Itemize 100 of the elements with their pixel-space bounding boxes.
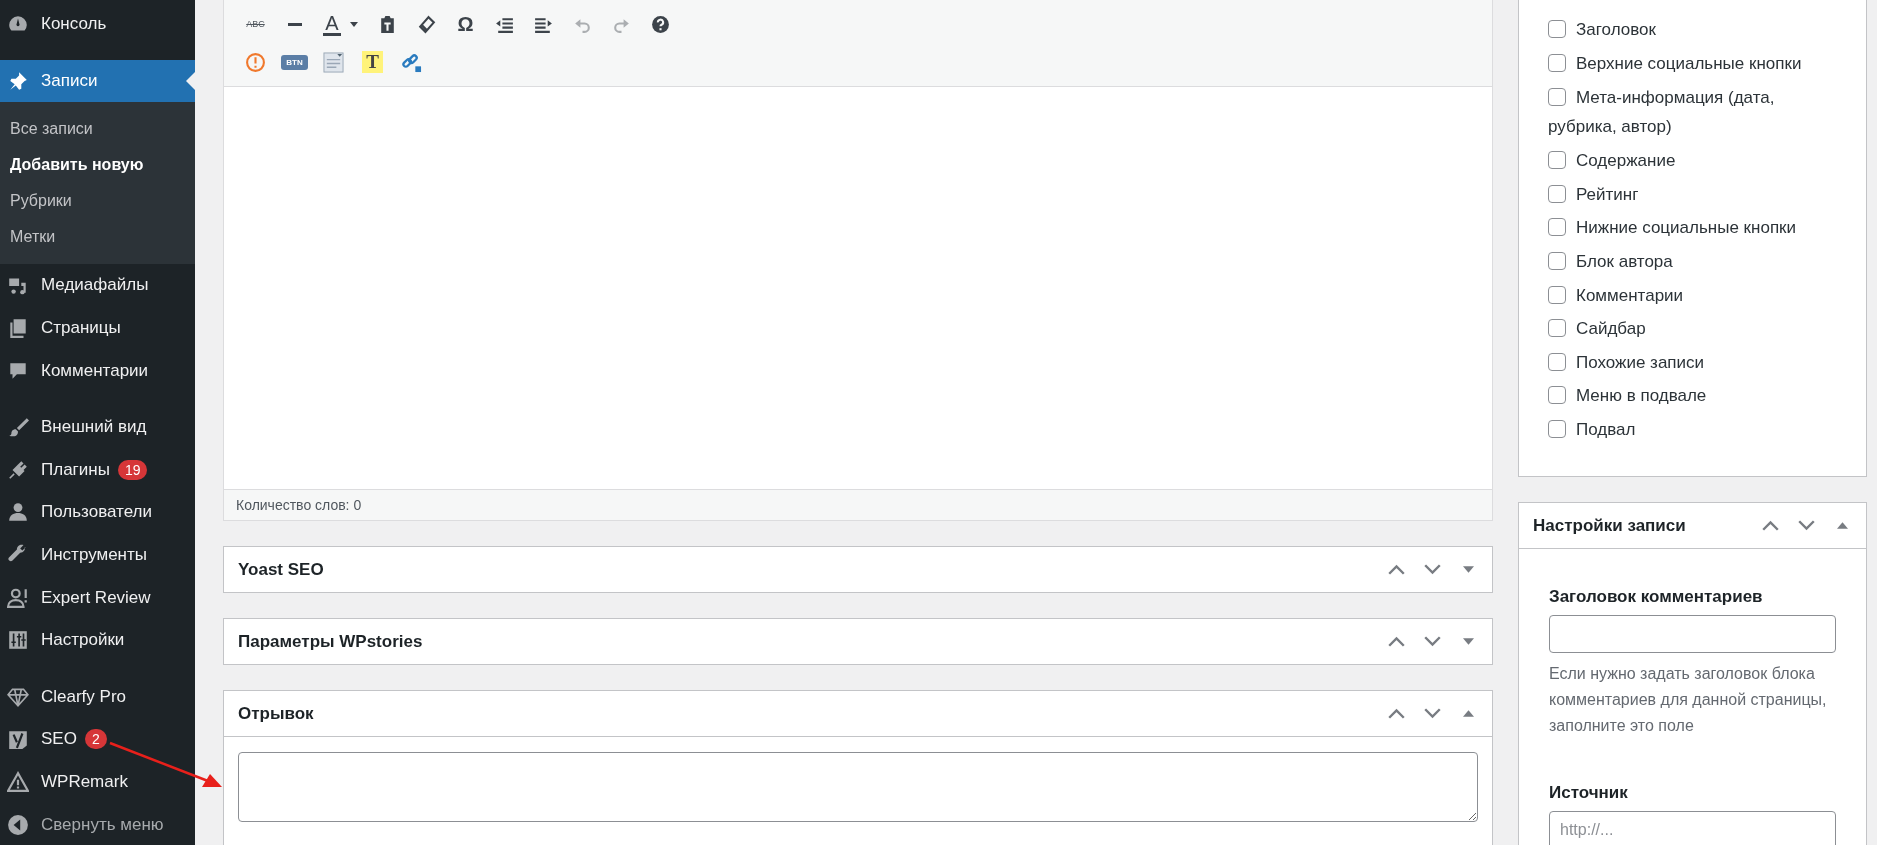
menu-item[interactable]: Настройки: [0, 618, 195, 662]
chevron-down-icon: [1423, 636, 1441, 647]
checkbox-option[interactable]: Мета-информация (дата, рубрика, автор): [1548, 80, 1836, 145]
menu-label: Комментарии: [41, 360, 149, 381]
menu-item[interactable]: Инструменты: [0, 533, 195, 577]
checkbox[interactable]: [1548, 20, 1566, 38]
menu-item[interactable]: Внешний вид: [0, 405, 195, 449]
excerpt-field[interactable]: [238, 752, 1478, 822]
checkbox-option[interactable]: Сайдбар: [1548, 312, 1836, 346]
chevron-down-icon: [1797, 520, 1815, 531]
checkbox-option[interactable]: Меню в подвале: [1548, 379, 1836, 413]
metabox-title: Параметры WPstories: [238, 631, 423, 652]
metabox-title: Отрывок: [238, 703, 314, 724]
menu-label: Плагины: [41, 459, 110, 480]
link-icon: [401, 51, 422, 73]
submenu-item[interactable]: Рубрики: [0, 183, 195, 220]
checkbox[interactable]: [1548, 218, 1566, 237]
checkbox-option[interactable]: Заголовок: [1548, 13, 1836, 47]
text-field[interactable]: [1549, 615, 1836, 653]
triangle-down-icon: [1462, 566, 1474, 573]
sliders-icon: [7, 629, 29, 652]
menu-item[interactable]: Записи: [0, 59, 195, 103]
menu-label: Медиафайлы: [41, 275, 149, 296]
menu-label: Expert Review: [41, 587, 151, 608]
menu-item[interactable]: Консоль: [0, 3, 195, 46]
caret-icon: [348, 19, 359, 29]
strikethrough-button[interactable]: ABC: [238, 9, 273, 39]
checkbox[interactable]: [1548, 53, 1566, 72]
checkbox-option[interactable]: Похожие записи: [1548, 345, 1836, 380]
metabox-title: Yoast SEO: [238, 559, 324, 580]
menu-label: SEO: [41, 729, 77, 750]
triangle-up-icon: [1836, 522, 1848, 529]
update-count-badge: 2: [84, 729, 107, 750]
submenu-item[interactable]: Добавить новую: [0, 147, 195, 184]
person-alert-icon: [7, 586, 29, 609]
field-label: Источник: [1549, 783, 1629, 803]
checkbox[interactable]: [1548, 419, 1566, 438]
chevron-up-icon: [1387, 636, 1405, 647]
submenu-item[interactable]: Метки: [0, 219, 195, 256]
brush-icon: [7, 416, 29, 439]
menu-item[interactable]: Комментарии: [0, 349, 195, 392]
menu-label: Записи: [41, 70, 98, 91]
checkbox[interactable]: [1548, 251, 1566, 270]
menu-label: WPRemark: [41, 772, 128, 792]
chevron-up-icon: [1387, 564, 1405, 575]
checkbox-option[interactable]: Комментарии: [1548, 278, 1836, 313]
checkbox-option[interactable]: Верхние социальные кнопки: [1548, 46, 1836, 81]
special-character-button[interactable]: Ω: [448, 9, 483, 39]
checkbox[interactable]: [1548, 151, 1566, 170]
collapse-menu-button[interactable]: Свернуть меню: [0, 804, 195, 845]
pages-icon: [7, 317, 29, 340]
checkbox[interactable]: [1548, 88, 1566, 107]
checkbox-option[interactable]: Блок автора: [1548, 244, 1836, 279]
text-field[interactable]: http://...: [1549, 811, 1836, 845]
triangle-down-icon: [1462, 638, 1474, 645]
chevron-down-icon: [1423, 708, 1441, 719]
help-icon: [650, 13, 671, 35]
menu-item[interactable]: Страницы: [0, 306, 195, 350]
submenu-item[interactable]: Все записи: [0, 111, 195, 148]
triangle-up-icon: [1462, 710, 1474, 717]
highlight-button[interactable]: T: [355, 47, 390, 77]
chevron-down-icon: [1423, 564, 1441, 575]
menu-label: Внешний вид: [41, 417, 147, 438]
field-label: Заголовок комментариев: [1549, 587, 1764, 607]
checkbox-option[interactable]: Рейтинг: [1548, 177, 1836, 212]
checkbox[interactable]: [1548, 184, 1566, 203]
menu-label: Инструменты: [41, 545, 147, 566]
checkbox-option[interactable]: Подвал: [1548, 412, 1836, 447]
plug-icon: [7, 458, 29, 481]
menu-label: Консоль: [41, 14, 107, 35]
eraser-icon: [416, 13, 437, 35]
checkbox-option[interactable]: Содержание: [1548, 144, 1836, 178]
checkbox[interactable]: [1548, 386, 1566, 405]
checkbox[interactable]: [1548, 285, 1566, 304]
warning-icon: [7, 771, 29, 793]
menu-label: Clearfy Pro: [41, 686, 127, 707]
checkbox[interactable]: [1548, 352, 1566, 371]
window-icon: [323, 51, 344, 73]
field-help-text: Если нужно задать заголовок блока комментариев для данной страницы, заполните это поле: [1549, 664, 1828, 736]
menu-item[interactable]: Плагины 19: [0, 448, 195, 492]
menu-label: Настройки: [41, 630, 125, 651]
user-icon: [7, 501, 29, 524]
menu-label: Пользователи: [41, 502, 152, 523]
panel-title: Настройки записи: [1533, 515, 1686, 536]
update-count-badge: 19: [117, 459, 148, 480]
menu-item[interactable]: Пользователи: [0, 491, 195, 534]
menu-label: Страницы: [41, 318, 121, 339]
chevron-up-icon: [1761, 520, 1779, 531]
menu-item[interactable]: SEO 2: [0, 718, 195, 761]
menu-item[interactable]: Expert Review: [0, 576, 195, 619]
shield-logo-icon: [7, 728, 29, 751]
text-color-button[interactable]: A: [316, 9, 366, 39]
checkbox-option[interactable]: Нижние социальные кнопки: [1548, 211, 1836, 245]
word-count: Количество слов: 0: [236, 497, 362, 513]
button-shortcode-button[interactable]: BTN: [277, 47, 312, 77]
chevron-up-icon: [1387, 708, 1405, 719]
checkbox[interactable]: [1548, 319, 1566, 338]
menu-item[interactable]: Медиафайлы: [0, 264, 195, 307]
menu-item[interactable]: WPRemark: [0, 760, 195, 804]
menu-item[interactable]: Clearfy Pro: [0, 675, 195, 719]
